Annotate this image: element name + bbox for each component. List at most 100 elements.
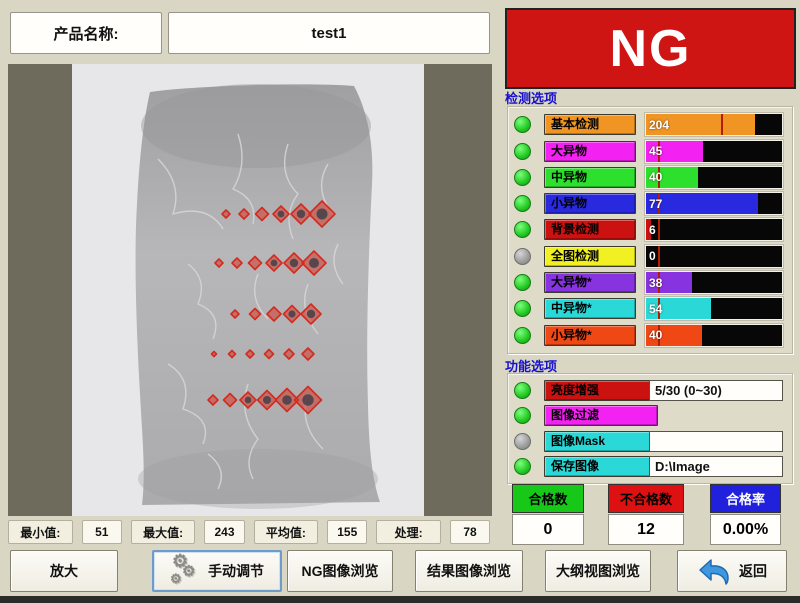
function-option-button[interactable]: 保存图像 bbox=[544, 456, 658, 477]
detection-row: 中异物* 54 bbox=[514, 298, 783, 319]
xray-image-viewport[interactable] bbox=[8, 64, 492, 516]
return-label: 返回 bbox=[739, 561, 767, 581]
detection-level-bar: 40 bbox=[645, 324, 783, 347]
gears-icon: ⚙⚙⚙ bbox=[170, 554, 202, 588]
manual-adjust-button[interactable]: ⚙⚙⚙ 手动调节 bbox=[152, 550, 282, 592]
function-row: 亮度增强5/30 (0~30) bbox=[514, 380, 783, 401]
detection-option-button[interactable]: 小异物 bbox=[544, 193, 636, 214]
avg-value-label: 平均值: bbox=[254, 520, 319, 544]
status-indicator-gray bbox=[514, 433, 531, 450]
status-indicator-green bbox=[514, 169, 531, 186]
detection-option-button[interactable]: 中异物* bbox=[544, 298, 636, 319]
product-name-field[interactable]: test1 bbox=[168, 12, 490, 54]
detection-option-button[interactable]: 小异物* bbox=[544, 325, 636, 346]
outline-view-browse-label: 大纲视图浏览 bbox=[556, 561, 640, 581]
detection-option-button[interactable]: 背景检测 bbox=[544, 219, 636, 240]
status-indicator-green bbox=[514, 327, 531, 344]
pass-count-box: 合格数 0 bbox=[512, 484, 584, 545]
min-value: 51 bbox=[82, 520, 122, 544]
detection-level-bar: 54 bbox=[645, 297, 783, 320]
ng-image-browse-button[interactable]: NG图像浏览 bbox=[287, 550, 393, 592]
status-indicator-green bbox=[514, 382, 531, 399]
pass-count-value: 0 bbox=[512, 514, 584, 545]
xray-image bbox=[8, 64, 492, 516]
detection-value: 6 bbox=[649, 223, 656, 237]
defect-mark-core bbox=[290, 259, 298, 267]
status-indicator-green bbox=[514, 116, 531, 133]
fail-count-box: 不合格数 12 bbox=[608, 484, 684, 545]
result-image-browse-button[interactable]: 结果图像浏览 bbox=[415, 550, 523, 592]
fail-count-value: 12 bbox=[608, 514, 684, 545]
detection-value: 54 bbox=[649, 302, 662, 316]
threshold-marker bbox=[721, 114, 723, 135]
function-field[interactable] bbox=[649, 431, 783, 452]
zoom-in-label: 放大 bbox=[50, 561, 78, 581]
fail-count-label: 不合格数 bbox=[608, 484, 684, 513]
defect-mark-core bbox=[271, 260, 278, 267]
detection-row: 基本检测 204 bbox=[514, 114, 783, 135]
detection-options-panel: 基本检测 204 大异物 45 中异物 40 小异物 77 背景检测 6 全图检测 0 大异物* 38 中异… bbox=[507, 106, 793, 354]
detection-row: 大异物* 38 bbox=[514, 272, 783, 293]
status-indicator-green bbox=[514, 458, 531, 475]
defect-mark bbox=[212, 352, 217, 357]
image-stats-row: 最小值: 51 最大值: 243 平均值: 155 处理: 78 bbox=[8, 520, 490, 544]
status-indicator-green bbox=[514, 143, 531, 160]
status-indicator-green bbox=[514, 300, 531, 317]
detection-value: 0 bbox=[649, 249, 656, 263]
function-row: 保存图像D:\Image bbox=[514, 456, 783, 477]
detection-value: 77 bbox=[649, 197, 662, 211]
detection-level-bar: 77 bbox=[645, 192, 783, 215]
defect-mark-core bbox=[245, 397, 252, 404]
avg-value: 155 bbox=[327, 520, 367, 544]
process-label: 处理: bbox=[376, 520, 441, 544]
outline-view-browse-button[interactable]: 大纲视图浏览 bbox=[545, 550, 651, 592]
defect-mark-core bbox=[317, 209, 328, 220]
function-option-button[interactable]: 图像过滤 bbox=[544, 405, 658, 426]
detection-value: 45 bbox=[649, 144, 662, 158]
detection-row: 大异物 45 bbox=[514, 141, 783, 162]
detection-value: 40 bbox=[649, 328, 662, 342]
detection-level-bar: 6 bbox=[645, 218, 783, 241]
detection-option-button[interactable]: 大异物 bbox=[544, 141, 636, 162]
image-side-mask-left bbox=[8, 64, 72, 516]
detection-row: 小异物 77 bbox=[514, 193, 783, 214]
detection-row: 全图检测 0 bbox=[514, 246, 783, 267]
product-name-label: 产品名称: bbox=[10, 12, 162, 54]
status-indicator-green bbox=[514, 407, 531, 424]
function-option-button[interactable]: 图像Mask bbox=[544, 431, 658, 452]
status-indicator-gray bbox=[514, 248, 531, 265]
status-indicator-green bbox=[514, 195, 531, 212]
return-arrow-icon bbox=[697, 556, 733, 586]
defect-mark-core bbox=[309, 258, 319, 268]
detection-option-button[interactable]: 全图检测 bbox=[544, 246, 636, 267]
defect-mark-core bbox=[302, 394, 313, 405]
process-value: 78 bbox=[450, 520, 490, 544]
manual-adjust-label: 手动调节 bbox=[208, 561, 264, 581]
detection-row: 小异物* 40 bbox=[514, 325, 783, 346]
ng-image-browse-label: NG图像浏览 bbox=[302, 561, 379, 581]
pass-count-label: 合格数 bbox=[512, 484, 584, 513]
detection-level-bar: 45 bbox=[645, 140, 783, 163]
threshold-marker bbox=[658, 219, 660, 240]
detection-row: 中异物 40 bbox=[514, 167, 783, 188]
status-indicator-green bbox=[514, 221, 531, 238]
pass-rate-label: 合格率 bbox=[710, 484, 781, 513]
pass-rate-value: 0.00% bbox=[710, 514, 781, 545]
function-field[interactable]: D:\Image bbox=[649, 456, 783, 477]
inspection-result-banner: NG bbox=[505, 8, 796, 89]
defect-mark-core bbox=[282, 395, 292, 405]
pass-rate-box: 合格率 0.00% bbox=[710, 484, 781, 545]
function-option-button[interactable]: 亮度增强 bbox=[544, 380, 658, 401]
min-value-label: 最小值: bbox=[8, 520, 73, 544]
detection-option-button[interactable]: 大异物* bbox=[544, 272, 636, 293]
zoom-in-button[interactable]: 放大 bbox=[10, 550, 118, 592]
detection-option-button[interactable]: 基本检测 bbox=[544, 114, 636, 135]
function-options-panel: 亮度增强5/30 (0~30) 图像过滤图像Mask 保存图像D:\Image bbox=[507, 373, 793, 484]
detection-level-bar: 40 bbox=[645, 166, 783, 189]
detection-value: 204 bbox=[649, 118, 669, 132]
max-value: 243 bbox=[204, 520, 244, 544]
return-button[interactable]: 返回 bbox=[677, 550, 787, 592]
function-field[interactable]: 5/30 (0~30) bbox=[649, 380, 783, 401]
detection-value: 38 bbox=[649, 276, 662, 290]
detection-option-button[interactable]: 中异物 bbox=[544, 167, 636, 188]
